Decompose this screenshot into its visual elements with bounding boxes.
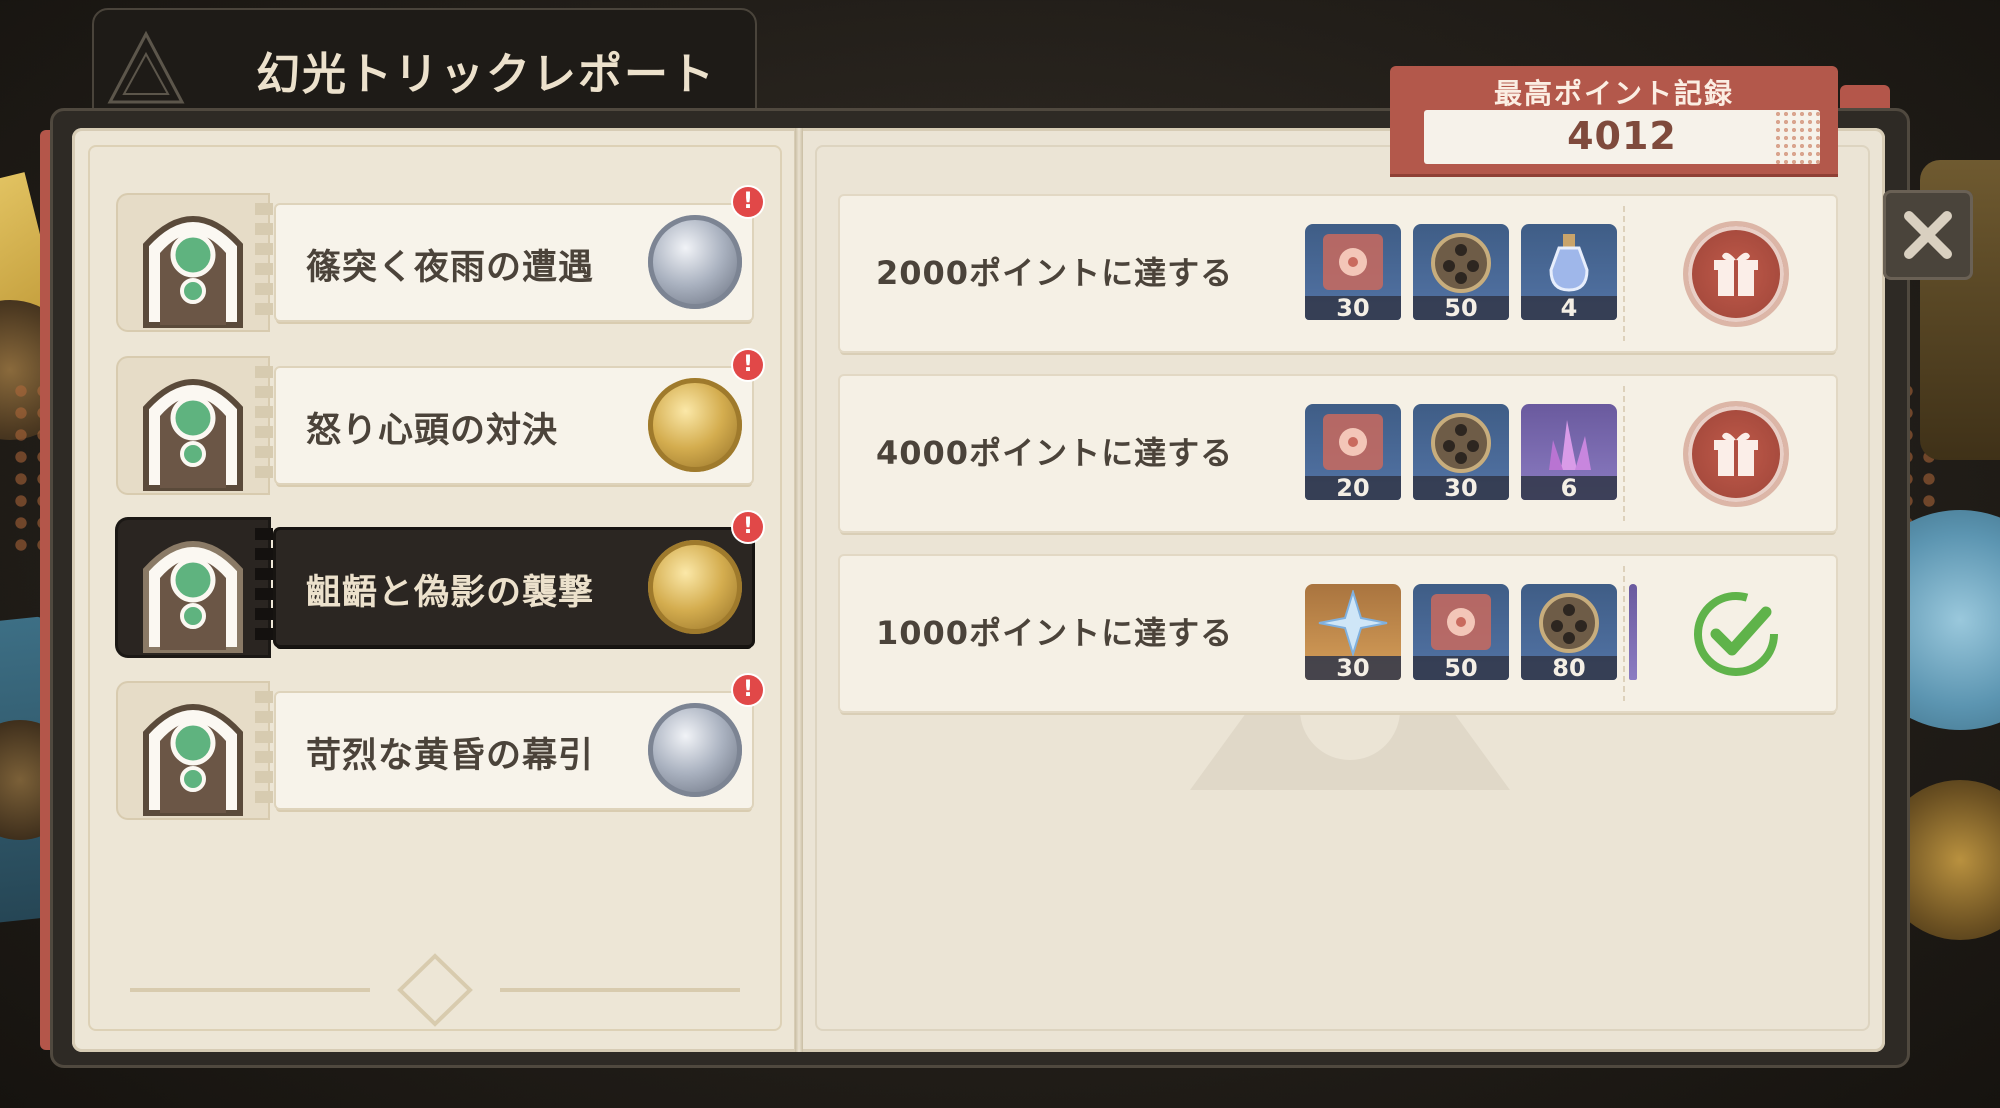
- alert-badge: !: [733, 187, 763, 217]
- row-divider: [1623, 566, 1625, 701]
- potion-bottle-icon: [1549, 234, 1589, 292]
- portal-door-icon: [143, 541, 243, 653]
- gift-icon: [1714, 432, 1758, 476]
- reward-requirement: 2000ポイントに達する: [876, 254, 1234, 292]
- alert-badge: !: [733, 350, 763, 380]
- stage-body: 怒り心頭の対決: [276, 368, 752, 483]
- primogem-icon: [1318, 590, 1388, 656]
- flower-badge-icon: [1431, 594, 1491, 650]
- ornament-icon: [130, 953, 740, 1027]
- book-spine: [795, 128, 803, 1052]
- best-record-banner: 最高ポイント記録 4012: [1390, 66, 1838, 174]
- stage-item[interactable]: 篠突く夜雨の遭遇 !: [118, 187, 763, 330]
- crystal-cluster-icon: [1549, 420, 1591, 470]
- reward-quantity: 50: [1413, 656, 1509, 680]
- film-strip-decor: [255, 203, 273, 322]
- row-divider: [1623, 206, 1625, 341]
- page-title: 幻光トリックレポート: [256, 49, 716, 100]
- film-strip-decor: [255, 528, 273, 647]
- best-record-value: 4012: [1567, 114, 1677, 158]
- reward-quantity: 30: [1305, 656, 1401, 680]
- stage-emblem: [118, 520, 268, 655]
- stage-emblem: [118, 195, 268, 330]
- claim-gift-button[interactable]: [1688, 406, 1784, 502]
- stage-emblem: [118, 358, 268, 493]
- stage-item[interactable]: 苛烈な黄昏の幕引 !: [118, 675, 763, 818]
- reward-quantity: 20: [1305, 476, 1401, 500]
- dot-pattern-decor: [1774, 110, 1820, 164]
- film-reel-icon: [1431, 413, 1491, 473]
- reward-item-overflow: [1629, 584, 1637, 680]
- stage-item-selected[interactable]: 齟齬と偽影の襲撃 !: [118, 512, 763, 655]
- reward-quantity: 80: [1521, 656, 1617, 680]
- title-tab: 幻光トリックレポート: [92, 8, 757, 120]
- reward-item[interactable]: 50: [1413, 584, 1509, 680]
- flower-badge-icon: [1323, 414, 1383, 470]
- film-strip-decor: [255, 366, 273, 485]
- claimed-check-icon: [1694, 592, 1778, 676]
- reward-quantity: 30: [1413, 476, 1509, 500]
- stage-body: 苛烈な黄昏の幕引: [276, 693, 752, 808]
- reward-items: 30 50 4: [1305, 224, 1617, 320]
- stage-item[interactable]: 怒り心頭の対決 !: [118, 350, 763, 493]
- reward-quantity: 30: [1305, 296, 1401, 320]
- reward-item[interactable]: 30: [1305, 584, 1401, 680]
- alert-badge: !: [733, 675, 763, 705]
- portal-door-icon: [143, 379, 243, 491]
- silver-medal-icon: [648, 215, 742, 309]
- row-divider: [1623, 386, 1625, 521]
- reward-row: 2000ポイントに達する 30 50 4: [840, 196, 1836, 351]
- stage-name: 篠突く夜雨の遭遇: [306, 248, 595, 288]
- reward-item[interactable]: 4: [1521, 224, 1617, 320]
- film-strip-decor: [255, 691, 273, 810]
- stage-name: 齟齬と偽影の襲撃: [306, 573, 595, 613]
- reward-item[interactable]: 30: [1305, 224, 1401, 320]
- best-record-label: 最高ポイント記録: [1493, 77, 1734, 110]
- reward-items: 20 30 6: [1305, 404, 1617, 500]
- reward-row: 4000ポイントに達する 20 30 6: [840, 376, 1836, 531]
- film-reel-icon: [1431, 233, 1491, 293]
- claim-gift-button[interactable]: [1688, 226, 1784, 322]
- best-record-box: 4012: [1424, 110, 1820, 164]
- reward-quantity: 4: [1521, 296, 1617, 320]
- reward-item[interactable]: 80: [1521, 584, 1617, 680]
- triangle-emblem-icon: [107, 30, 185, 104]
- reward-requirement: 1000ポイントに達する: [876, 614, 1234, 652]
- close-button[interactable]: [1883, 190, 1973, 280]
- gold-medal-icon: [648, 540, 742, 634]
- reward-row: 1000ポイントに達する 30 50 80: [840, 556, 1836, 711]
- close-icon: [1904, 211, 1952, 259]
- gold-medal-icon: [648, 378, 742, 472]
- reward-quantity: 6: [1521, 476, 1617, 500]
- flower-badge-icon: [1323, 234, 1383, 290]
- film-reel-icon: [1539, 593, 1599, 653]
- stage-body: 篠突く夜雨の遭遇: [276, 205, 752, 320]
- stage-name: 怒り心頭の対決: [306, 411, 559, 451]
- stage-body: 齟齬と偽影の襲撃: [276, 530, 752, 645]
- reward-requirement: 4000ポイントに達する: [876, 434, 1234, 472]
- portal-door-icon: [143, 216, 243, 328]
- gift-icon: [1714, 252, 1758, 296]
- reward-item[interactable]: 50: [1413, 224, 1509, 320]
- stage-emblem: [118, 683, 268, 818]
- reward-item[interactable]: 20: [1305, 404, 1401, 500]
- stage-name: 苛烈な黄昏の幕引: [306, 736, 595, 776]
- silver-medal-icon: [648, 703, 742, 797]
- reward-items: 30 50 80: [1305, 584, 1637, 680]
- portal-door-icon: [143, 704, 243, 816]
- reward-item[interactable]: 30: [1413, 404, 1509, 500]
- reward-quantity: 50: [1413, 296, 1509, 320]
- reward-item[interactable]: 6: [1521, 404, 1617, 500]
- alert-badge: !: [733, 512, 763, 542]
